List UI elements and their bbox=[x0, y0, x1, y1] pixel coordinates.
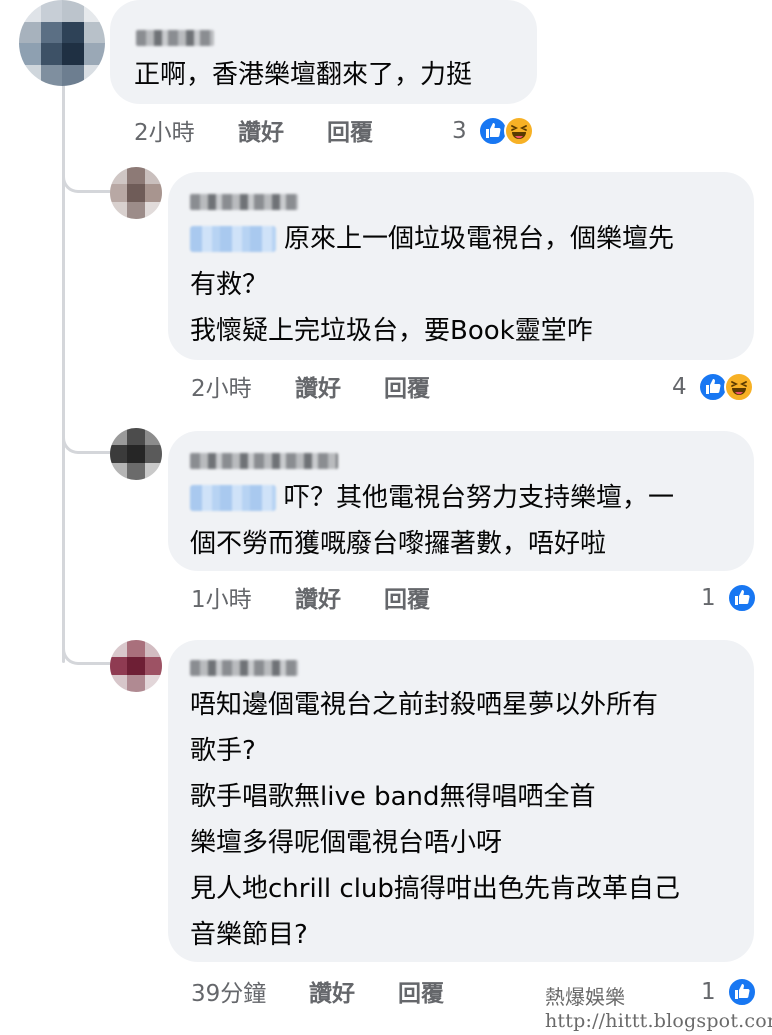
comment-thread: 正啊，香港樂壇翻來了，力挺 2小時 讚好 回覆 3 原來上一個垃圾電視台，個樂壇… bbox=[0, 0, 772, 1035]
comment-bubble: 正啊，香港樂壇翻來了，力挺 bbox=[110, 0, 537, 104]
like-button[interactable]: 讚好 bbox=[295, 372, 341, 406]
comment-actions: 39分鐘 讚好 回覆 bbox=[191, 977, 444, 1011]
reaction-count: 3 bbox=[452, 118, 467, 144]
avatar[interactable] bbox=[110, 167, 162, 219]
comment-time[interactable]: 2小時 bbox=[134, 116, 195, 150]
reaction-summary[interactable]: 4 bbox=[672, 370, 754, 404]
comment-actions: 2小時 讚好 回覆 bbox=[191, 372, 430, 406]
avatar[interactable] bbox=[110, 640, 162, 692]
reaction-summary[interactable]: 1 bbox=[701, 581, 757, 615]
haha-icon bbox=[723, 370, 754, 402]
author-name-blurred[interactable] bbox=[136, 30, 214, 46]
watermark: 熱爆娛樂 http://hittt.blogspot.com bbox=[545, 985, 772, 1033]
comment-actions: 2小時 讚好 回覆 bbox=[134, 116, 373, 150]
comment-text: 原來上一個垃圾電視台，個樂壇先 有救？ 我懷疑上完垃圾台，要Book靈堂咋 bbox=[190, 224, 675, 346]
comment-bubble: 唔知邊個電視台之前封殺哂星夢以外所有 歌手? 歌手唱歌無live band無得唱… bbox=[168, 640, 754, 962]
reply-button[interactable]: 回覆 bbox=[384, 583, 430, 617]
mention-blurred[interactable] bbox=[190, 485, 276, 511]
mention-blurred[interactable] bbox=[190, 226, 276, 252]
thread-line bbox=[62, 66, 65, 663]
thread-branch bbox=[62, 426, 110, 454]
reaction-count: 1 bbox=[701, 585, 716, 611]
comment-bubble: 吓？其他電視台努力支持樂壇，一 個不勞而獲嘅廢台嚟攞著數，唔好啦 bbox=[168, 431, 754, 571]
reply-button[interactable]: 回覆 bbox=[398, 977, 444, 1011]
avatar[interactable] bbox=[110, 428, 162, 480]
watermark-title: 熱爆娛樂 bbox=[545, 985, 625, 1009]
reaction-summary[interactable]: 3 bbox=[452, 114, 534, 148]
thread-branch bbox=[62, 637, 110, 665]
reply-button[interactable]: 回覆 bbox=[327, 116, 373, 150]
comment-text: 吓？其他電視台努力支持樂壇，一 個不勞而獲嘅廢台嚟攞著數，唔好啦 bbox=[190, 483, 675, 559]
reaction-count: 4 bbox=[672, 374, 687, 400]
author-name-blurred[interactable] bbox=[190, 453, 338, 469]
comment-time[interactable]: 2小時 bbox=[191, 372, 252, 406]
reply-button[interactable]: 回覆 bbox=[384, 372, 430, 406]
watermark-url: http://hittt.blogspot.com bbox=[545, 1010, 772, 1032]
like-button[interactable]: 讚好 bbox=[238, 116, 284, 150]
haha-icon bbox=[503, 114, 534, 146]
comment-bubble: 原來上一個垃圾電視台，個樂壇先 有救？ 我懷疑上完垃圾台，要Book靈堂咋 bbox=[168, 172, 754, 360]
avatar[interactable] bbox=[19, 0, 105, 86]
comment-time[interactable]: 1小時 bbox=[191, 583, 252, 617]
comment-text: 正啊，香港樂壇翻來了，力挺 bbox=[134, 60, 473, 90]
thread-branch bbox=[62, 165, 110, 193]
comment-time[interactable]: 39分鐘 bbox=[191, 977, 266, 1011]
like-icon bbox=[726, 581, 757, 613]
author-name-blurred[interactable] bbox=[190, 660, 298, 676]
comment-text: 唔知邊個電視台之前封殺哂星夢以外所有 歌手? 歌手唱歌無live band無得唱… bbox=[190, 690, 680, 950]
comment-actions: 1小時 讚好 回覆 bbox=[191, 583, 430, 617]
like-button[interactable]: 讚好 bbox=[295, 583, 341, 617]
like-button[interactable]: 讚好 bbox=[309, 977, 355, 1011]
author-name-blurred[interactable] bbox=[190, 194, 298, 210]
